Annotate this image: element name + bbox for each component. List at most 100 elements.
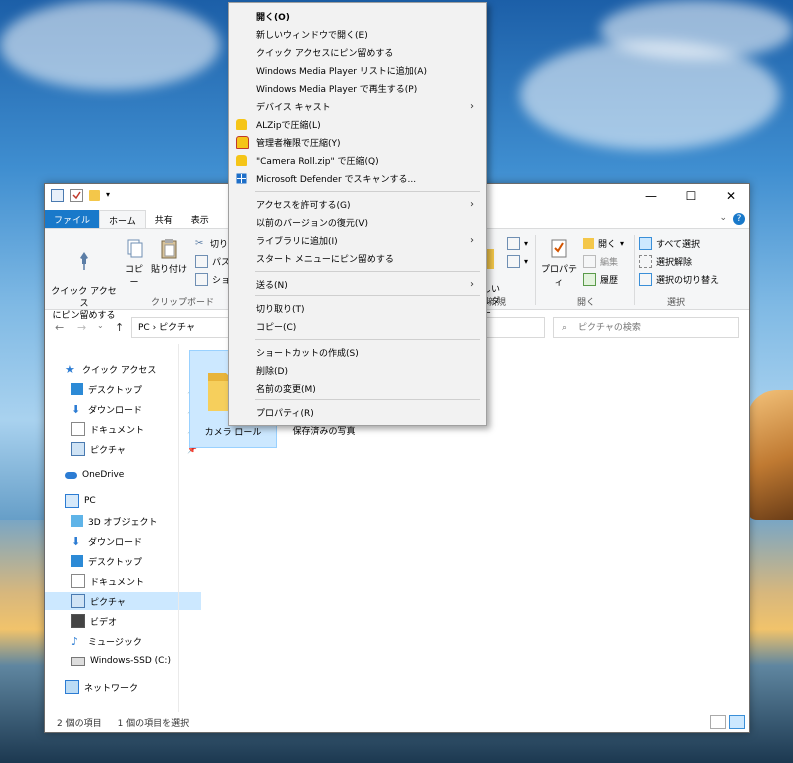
forward-icon[interactable]: → xyxy=(77,321,86,334)
new-group-label: 新規 xyxy=(488,298,507,308)
desktop-icon xyxy=(71,383,83,395)
details-view-icon[interactable] xyxy=(710,715,726,729)
properties-icon[interactable] xyxy=(70,189,83,202)
select-all-button[interactable]: すべて選択 xyxy=(639,237,700,250)
copy-button[interactable]: コピー xyxy=(121,237,147,288)
tab-home[interactable]: ホーム xyxy=(99,210,146,228)
menu-item-restore-previous[interactable]: 以前のバージョンの復元(V) xyxy=(229,213,484,231)
history-button[interactable]: 履歴 xyxy=(583,273,618,286)
search-input[interactable]: ⌕ ピクチャの検索 xyxy=(553,317,739,338)
pin-icon xyxy=(73,249,95,271)
select-group-label: 選択 xyxy=(667,298,686,308)
easy-access-button[interactable]: ▾ xyxy=(507,255,528,268)
menu-item-cut[interactable]: 切り取り(T) xyxy=(229,299,484,317)
copy-icon xyxy=(123,237,145,259)
folder-label: カメラ ロール xyxy=(204,428,262,438)
menu-item-play-wmp[interactable]: Windows Media Player で再生する(P) xyxy=(229,79,484,97)
menu-item-give-access[interactable]: アクセスを許可する(G) › xyxy=(229,195,484,213)
sidebar-item-onedrive[interactable]: OneDrive xyxy=(45,466,195,484)
new-folder-icon[interactable] xyxy=(89,190,100,201)
menu-item-pin-quick-access[interactable]: クイック アクセスにピン留めする xyxy=(229,43,484,61)
clipboard-icon xyxy=(158,237,180,259)
chevron-down-icon[interactable]: ⌄ xyxy=(719,213,727,223)
minimize-button[interactable]: — xyxy=(633,184,669,208)
chevron-right-icon: › xyxy=(470,198,474,210)
alzip-icon xyxy=(236,118,247,130)
menu-item-defender-scan[interactable]: Microsoft Defender でスキャンする... xyxy=(229,169,484,187)
maximize-button[interactable]: ☐ xyxy=(673,184,709,208)
cloud-icon xyxy=(65,471,77,479)
menu-item-compress-zip[interactable]: "Camera Roll.zip" で圧縮(Q) xyxy=(229,151,484,169)
chevron-down-icon[interactable]: ▾ xyxy=(106,190,114,201)
new-item-button[interactable]: ▾ xyxy=(507,237,528,250)
download-arrow-icon: ⬇ xyxy=(71,403,81,416)
menu-item-open[interactable]: 開く(O) xyxy=(229,7,484,25)
menu-item-pin-start[interactable]: スタート メニューにピン留めする xyxy=(229,249,484,267)
video-icon xyxy=(71,614,85,628)
network-icon xyxy=(65,680,79,694)
invert-selection-button[interactable]: 選択の切り替え xyxy=(639,273,719,286)
sidebar-item-pc[interactable]: PC xyxy=(45,492,195,510)
properties-button[interactable]: プロパティ xyxy=(539,237,579,288)
new-item-icon xyxy=(507,237,520,250)
quick-access-toolbar: ▾ xyxy=(51,189,114,202)
selected-count: 1 個の項目を選択 xyxy=(117,718,190,729)
search-placeholder: ピクチャの検索 xyxy=(578,323,641,333)
history-icon xyxy=(583,273,596,286)
pictures-icon xyxy=(71,594,85,608)
copy-path-icon xyxy=(195,255,208,268)
drive-icon xyxy=(71,656,85,666)
menu-item-alzip-compress[interactable]: ALZipで圧縮(L) xyxy=(229,115,484,133)
help-icon[interactable]: ? xyxy=(733,213,745,225)
open-button[interactable]: 開く ▾ xyxy=(583,237,624,250)
back-icon[interactable]: ← xyxy=(55,321,64,334)
large-icons-view-icon[interactable] xyxy=(729,715,745,729)
edit-button[interactable]: 編集 xyxy=(583,255,618,268)
sidebar-item-network[interactable]: ネットワーク xyxy=(45,678,195,696)
search-icon: ⌕ xyxy=(562,323,568,333)
menu-item-rename[interactable]: 名前の変更(M) xyxy=(229,379,484,397)
select-all-icon xyxy=(639,237,652,250)
desktop-icon xyxy=(71,555,83,567)
context-menu: 開く(O) 新しいウィンドウで開く(E) クイック アクセスにピン留めする Wi… xyxy=(228,2,487,426)
menu-item-cast-to-device[interactable]: デバイス キャスト › xyxy=(229,97,484,115)
select-none-button[interactable]: 選択解除 xyxy=(639,255,692,268)
status-bar: 2 個の項目 1 個の項目を選択 xyxy=(45,712,749,732)
document-icon xyxy=(71,574,85,588)
alzip-icon xyxy=(236,154,247,166)
chevron-right-icon: › xyxy=(470,100,474,112)
chevron-right-icon: › xyxy=(470,234,474,246)
window-icon xyxy=(51,189,64,202)
star-icon: ★ xyxy=(65,363,75,376)
close-button[interactable]: ✕ xyxy=(713,184,749,208)
select-none-icon xyxy=(639,255,652,268)
open-icon xyxy=(583,238,594,249)
menu-item-create-shortcut[interactable]: ショートカットの作成(S) xyxy=(229,343,484,361)
tab-file[interactable]: ファイル xyxy=(45,210,100,228)
paste-button[interactable]: 貼り付け xyxy=(151,237,187,275)
tab-share[interactable]: 共有 xyxy=(146,210,182,228)
recent-locations-icon[interactable]: ⌄ xyxy=(97,321,104,330)
pin-to-quick-access-button[interactable]: クイック アクセス にピン留めする xyxy=(49,237,119,322)
properties-check-icon xyxy=(548,237,570,259)
document-icon xyxy=(71,422,85,436)
menu-item-open-new-window[interactable]: 新しいウィンドウで開く(E) xyxy=(229,25,484,43)
menu-item-send-to[interactable]: 送る(N) › xyxy=(229,275,484,293)
sidebar-item-quick-access[interactable]: ★ クイック アクセス xyxy=(45,360,195,378)
cube-icon xyxy=(71,515,83,527)
music-note-icon: ♪ xyxy=(71,635,79,648)
tab-view[interactable]: 表示 xyxy=(182,210,218,228)
scissors-icon: ✂ xyxy=(195,238,204,249)
up-icon[interactable]: ↑ xyxy=(115,321,124,334)
pictures-icon xyxy=(71,442,85,456)
pane-divider[interactable] xyxy=(178,344,179,712)
menu-item-add-wmp-list[interactable]: Windows Media Player リストに追加(A) xyxy=(229,61,484,79)
menu-item-admin-compress[interactable]: 管理者権限で圧縮(Y) xyxy=(229,133,484,151)
item-count: 2 個の項目 xyxy=(57,718,102,729)
pc-icon xyxy=(65,494,79,508)
menu-item-delete[interactable]: 削除(D) xyxy=(229,361,484,379)
menu-item-include-library[interactable]: ライブラリに追加(I) › xyxy=(229,231,484,249)
menu-item-properties[interactable]: プロパティ(R) xyxy=(229,403,484,421)
menu-item-copy[interactable]: コピー(C) xyxy=(229,317,484,335)
clipboard-group-label: クリップボード xyxy=(151,298,215,308)
